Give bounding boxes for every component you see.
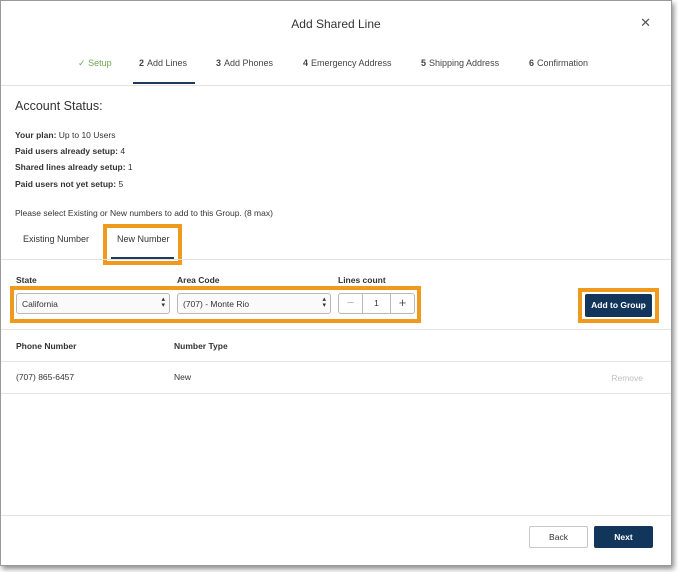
check-icon: ✓: [78, 58, 86, 68]
divider: [1, 259, 671, 260]
account-line-shared-lines: Shared lines already setup: 1: [15, 162, 133, 172]
area-code-select[interactable]: (707) - Monte Rio ▴ ▾: [177, 293, 331, 314]
divider: [1, 361, 671, 362]
dialog-title: Add Shared Line: [291, 17, 381, 31]
step-label: Confirmation: [537, 58, 589, 68]
step-number: 5: [421, 58, 427, 68]
account-line-plan: Your plan: Up to 10 Users: [15, 130, 115, 140]
step-label: Add Phones: [224, 58, 274, 68]
divider: [1, 329, 671, 330]
number-type-cell: New: [174, 372, 192, 382]
add-to-group-button[interactable]: Add to Group: [585, 294, 652, 317]
updown-arrows-icon: ▴ ▾: [322, 296, 326, 309]
account-line-label: Your plan:: [15, 130, 57, 140]
account-status-title: Account Status:: [15, 99, 103, 113]
close-icon[interactable]: ✕: [640, 16, 651, 29]
area-code-label: Area Code: [177, 275, 220, 285]
updown-arrows-icon: ▴ ▾: [161, 296, 165, 309]
add-shared-line-dialog: Add Shared Line ✕ ✓ Setup 2 Add Lines 3 Ad…: [0, 0, 672, 566]
step-label: Setup: [88, 58, 112, 68]
increment-button[interactable]: +: [390, 294, 414, 313]
area-code-select-value: (707) - Monte Rio: [183, 299, 250, 309]
back-button[interactable]: Back: [529, 526, 588, 548]
state-select-value: California: [22, 299, 58, 309]
column-header-phone-number: Phone Number: [16, 341, 77, 351]
divider: [1, 85, 671, 86]
step-number: 2: [139, 58, 145, 68]
tab-new-number[interactable]: New Number: [117, 234, 170, 244]
state-select[interactable]: California ▴ ▾: [16, 293, 170, 314]
step-add-lines[interactable]: 2 Add Lines: [133, 58, 196, 84]
account-line-value: 1: [127, 162, 133, 172]
active-step-indicator: [133, 82, 196, 84]
account-line-paid-users-setup: Paid users already setup: 4: [15, 146, 125, 156]
account-line-value: Up to 10 Users: [58, 130, 116, 140]
divider: [1, 393, 671, 394]
step-label: Emergency Address: [311, 58, 392, 68]
lines-count-label: Lines count: [338, 275, 386, 285]
account-line-label: Paid users already setup:: [15, 146, 118, 156]
remove-link[interactable]: Remove: [611, 373, 643, 383]
wizard-steps: ✓ Setup 2 Add Lines 3 Add Phones 4 Emergenc…: [1, 56, 671, 86]
lines-count-value[interactable]: 1: [363, 298, 390, 308]
lines-count-stepper: − 1 +: [338, 293, 415, 314]
step-emergency-address[interactable]: 4 Emergency Address: [303, 58, 392, 68]
step-number: 3: [216, 58, 222, 68]
step-confirmation[interactable]: 6 Confirmation: [529, 58, 588, 68]
step-add-phones[interactable]: 3 Add Phones: [216, 58, 273, 68]
step-shipping-address[interactable]: 5 Shipping Address: [421, 58, 499, 68]
step-label: Shipping Address: [429, 58, 500, 68]
decrement-button[interactable]: −: [339, 294, 363, 313]
column-header-number-type: Number Type: [174, 341, 228, 351]
tab-existing-number[interactable]: Existing Number: [23, 234, 89, 244]
account-line-label: Shared lines already setup:: [15, 162, 126, 172]
step-number: 4: [303, 58, 309, 68]
account-line-label: Paid users not yet setup:: [15, 179, 117, 189]
account-line-value: 4: [120, 146, 126, 156]
next-button[interactable]: Next: [594, 526, 653, 548]
step-number: 6: [529, 58, 535, 68]
account-line-value: 5: [118, 179, 124, 189]
account-line-paid-users-not-setup: Paid users not yet setup: 5: [15, 179, 123, 189]
step-label: Add Lines: [147, 58, 188, 68]
state-label: State: [16, 275, 37, 285]
step-setup[interactable]: ✓ Setup: [78, 58, 112, 69]
divider: [1, 515, 671, 516]
instruction-text: Please select Existing or New numbers to…: [15, 208, 273, 218]
phone-number-cell: (707) 865-6457: [16, 372, 75, 382]
